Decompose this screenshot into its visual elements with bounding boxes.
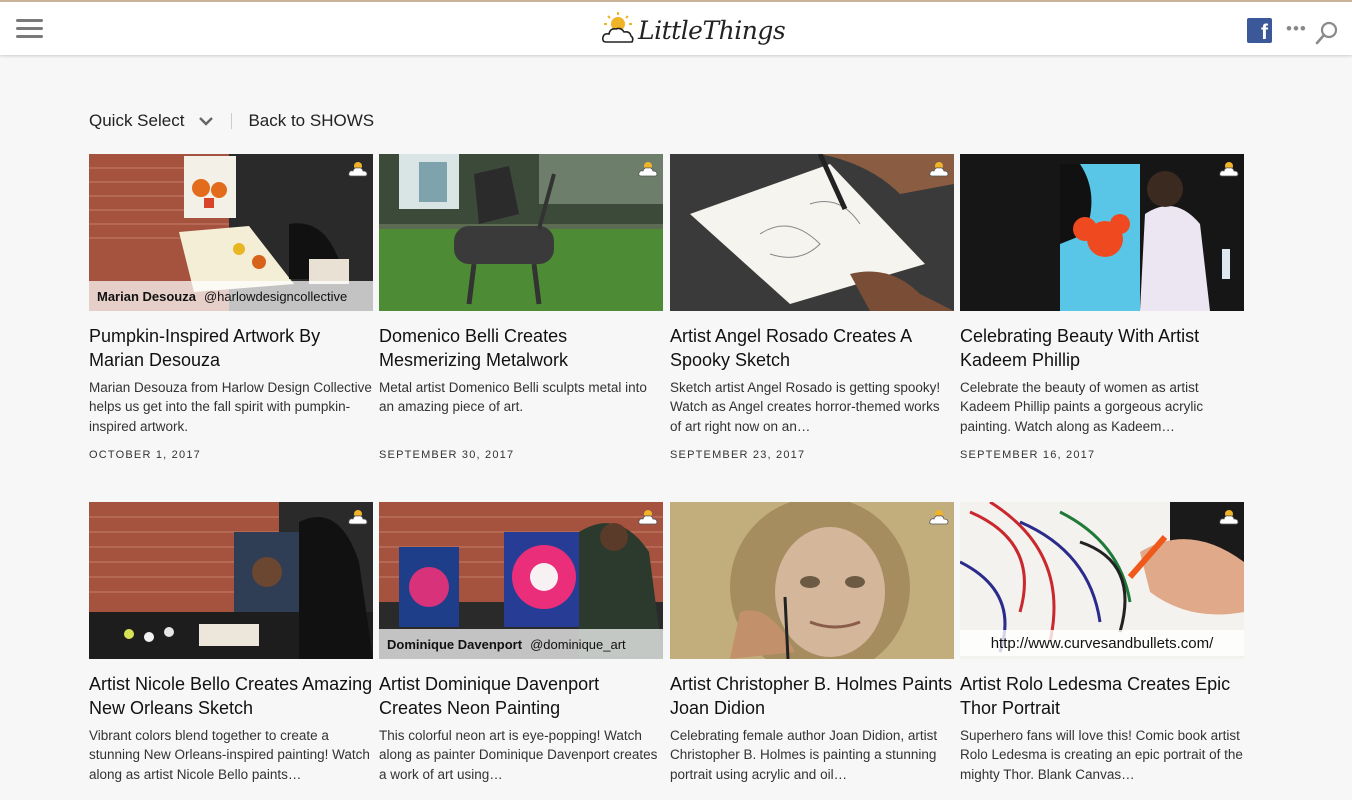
card-description: This colorful neon art is eye-popping! W… [379,728,658,782]
video-card[interactable]: Domenico Belli Creates Mesmerizing Metal… [379,154,663,461]
sun-cloud-watermark-icon [348,162,368,177]
video-thumbnail[interactable]: Marian Desouza @harlowdesigncollective [89,154,373,311]
caption-handle: @dominique_art [530,636,626,652]
sun-cloud-logo-icon [602,12,634,43]
logo-wordmark: LittleThings [638,15,786,45]
card-description: Metal artist Domenico Belli sculpts meta… [379,380,647,415]
video-thumbnail[interactable] [379,154,663,311]
hamburger-menu-icon[interactable] [16,19,43,39]
card-description: Sketch artist Angel Rosado is getting sp… [670,380,941,434]
video-card[interactable]: Artist Angel Rosado Creates A Spooky Ske… [670,154,954,461]
video-thumbnail[interactable]: http://www.curvesandbullets.com/ [960,502,1244,659]
video-card[interactable]: Marian Desouza @harlowdesigncollective P… [89,154,373,461]
video-thumbnail[interactable] [670,502,954,659]
video-card[interactable]: Artist Christopher B. Holmes Paints Joan… [670,502,954,784]
card-description: Vibrant colors blend together to create … [89,728,370,782]
card-title[interactable]: Artist Angel Rosado Creates A Spooky Ske… [670,324,954,372]
top-bar: LittleThings f ••• [0,0,1352,55]
sun-cloud-watermark-icon [1219,162,1239,177]
card-title[interactable]: Artist Nicole Bello Creates Amazing New … [89,672,373,720]
card-title[interactable]: Pumpkin-Inspired Artwork By Marian Desou… [89,324,373,372]
card-title[interactable]: Celebrating Beauty With Artist Kadeem Ph… [960,324,1244,372]
quick-select-dropdown[interactable]: Quick Select [89,111,214,131]
caption-handle: @harlowdesigncollective [203,288,348,304]
video-card[interactable]: Celebrating Beauty With Artist Kadeem Ph… [960,154,1244,461]
search-icon[interactable] [1314,20,1340,46]
video-card[interactable]: http://www.curvesandbullets.com/ Artist … [960,502,1244,784]
caption-name: Dominique Davenport [387,636,523,652]
video-thumbnail[interactable] [960,154,1244,311]
chevron-down-icon [199,117,214,126]
divider [231,113,233,129]
card-title[interactable]: Artist Christopher B. Holmes Paints Joan… [670,672,954,720]
thumbnail-caption: Dominique Davenport @dominique_art [379,629,663,659]
card-title[interactable]: Artist Dominique Davenport Creates Neon … [379,672,663,720]
sub-navigation: Quick Select Back to SHOWS [89,110,374,132]
sun-cloud-watermark-icon [929,162,949,177]
more-options-icon[interactable]: ••• [1286,20,1307,38]
sun-cloud-watermark-icon [1219,510,1239,525]
video-card[interactable]: Artist Nicole Bello Creates Amazing New … [89,502,373,784]
card-date: SEPTEMBER 23, 2017 [670,449,806,461]
card-description: Celebrate the beauty of women as artist … [960,380,1204,434]
sun-cloud-watermark-icon [348,510,368,525]
site-logo[interactable]: LittleThings [601,8,786,52]
card-date: OCTOBER 1, 2017 [89,449,201,461]
card-date: SEPTEMBER 16, 2017 [960,449,1096,461]
card-title[interactable]: Domenico Belli Creates Mesmerizing Metal… [379,324,663,372]
back-to-shows-link[interactable]: Back to SHOWS [248,111,374,131]
facebook-icon[interactable]: f [1247,18,1272,43]
thumbnail-caption: Marian Desouza @harlowdesigncollective [89,281,373,311]
caption-name: Marian Desouza [97,288,196,304]
card-description: Marian Desouza from Harlow Design Collec… [89,380,372,434]
video-thumbnail[interactable] [89,502,373,659]
thumbnail-url-caption: http://www.curvesandbullets.com/ [960,630,1244,656]
quick-select-label: Quick Select [89,111,185,130]
card-description: Celebrating female author Joan Didion, a… [670,728,938,782]
video-thumbnail[interactable]: Dominique Davenport @dominique_art [379,502,663,659]
sun-cloud-watermark-icon [638,510,658,525]
video-thumbnail[interactable] [670,154,954,311]
card-title[interactable]: Artist Rolo Ledesma Creates Epic Thor Po… [960,672,1244,720]
video-card[interactable]: Dominique Davenport @dominique_art Artis… [379,502,663,784]
sun-cloud-watermark-icon [929,510,949,525]
sun-cloud-watermark-icon [638,162,658,177]
card-date: SEPTEMBER 30, 2017 [379,449,515,461]
card-description: Superhero fans will love this! Comic boo… [960,728,1243,782]
